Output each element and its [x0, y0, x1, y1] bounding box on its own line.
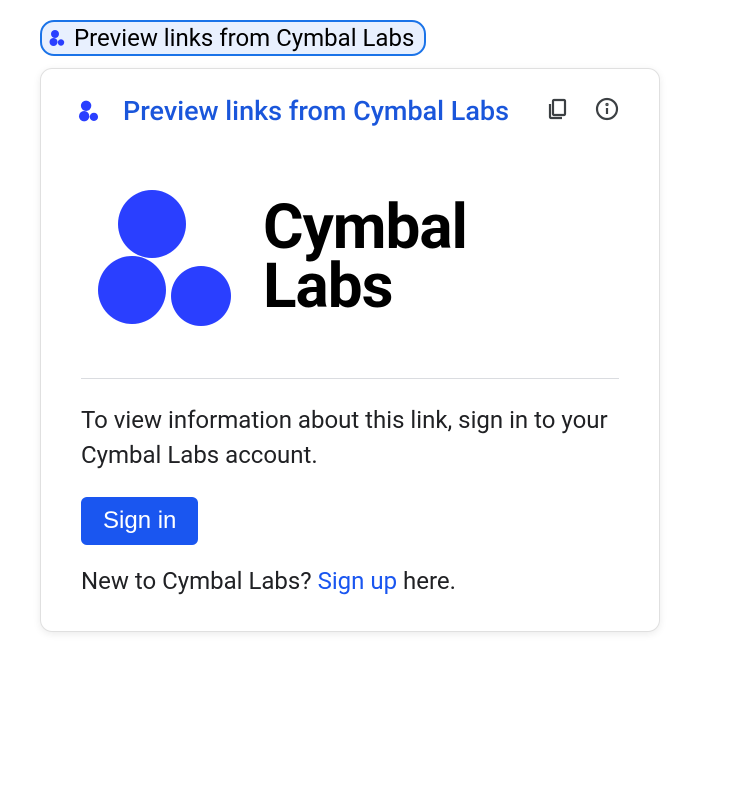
cymbal-labs-icon: [77, 98, 103, 124]
chip-label: Preview links from Cymbal Labs: [74, 24, 414, 52]
cymbal-labs-icon: [48, 28, 68, 48]
preview-card: Preview links from Cymbal Labs: [40, 68, 660, 632]
header-actions: [541, 93, 623, 128]
signup-row: New to Cymbal Labs? Sign up here.: [81, 567, 619, 595]
signup-suffix: here.: [397, 567, 456, 595]
signup-prefix: New to Cymbal Labs?: [81, 567, 318, 595]
signin-description: To view information about this link, sig…: [81, 403, 619, 473]
signup-link[interactable]: Sign up: [318, 567, 397, 595]
info-button[interactable]: [591, 93, 623, 128]
cymbal-labs-logo-mark: [87, 188, 247, 328]
preview-chip[interactable]: Preview links from Cymbal Labs: [40, 20, 426, 56]
cymbal-labs-logo-text: Cymbal Labs: [263, 199, 467, 317]
copy-icon: [545, 97, 569, 124]
card-title: Preview links from Cymbal Labs: [123, 95, 521, 127]
info-icon: [595, 97, 619, 124]
card-header: Preview links from Cymbal Labs: [77, 93, 623, 128]
copy-button[interactable]: [541, 93, 573, 128]
logo-section: Cymbal Labs: [77, 128, 623, 378]
divider: [81, 378, 619, 379]
logo-text-line2: Labs: [263, 258, 467, 317]
signin-button[interactable]: Sign in: [81, 497, 198, 545]
